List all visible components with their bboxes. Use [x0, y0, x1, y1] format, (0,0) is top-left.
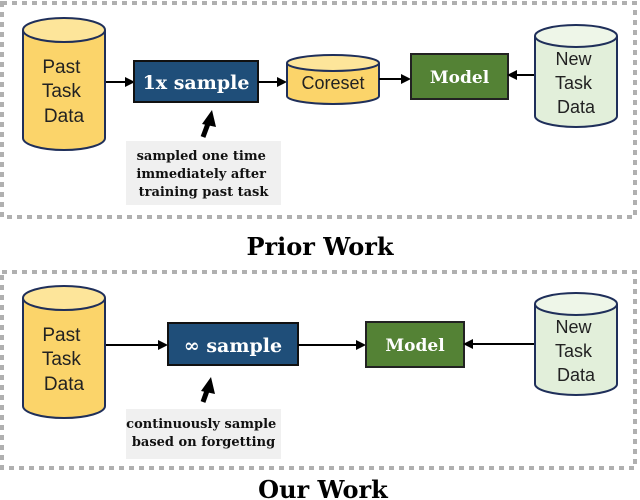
prior-note-line-1: sampled one time — [137, 149, 266, 164]
our-model-box: Model — [365, 321, 465, 368]
prior-coreset-label: Coreset — [301, 73, 364, 93]
our-note: continuously sample based on forgetting — [126, 409, 281, 459]
our-work-panel: Past Task Data ∞ sample Model New Task D… — [0, 270, 637, 470]
prior-note-line-3: training past task — [139, 185, 270, 200]
our-model-label: Model — [385, 336, 445, 356]
our-up-arrow-icon — [200, 377, 215, 403]
prior-past-data-line-3: Data — [44, 106, 85, 127]
prior-note: sampled one time immediately after train… — [126, 141, 281, 205]
prior-coreset-cylinder: Coreset — [286, 54, 380, 105]
our-past-data-line-2: Task — [42, 349, 82, 370]
svg-text:New Task Data: New Task Data — [555, 317, 597, 385]
our-sample-label: ∞ sample — [184, 335, 282, 357]
prior-model-box: Model — [410, 53, 509, 100]
prior-past-data-line-1: Past — [42, 57, 81, 78]
prior-sample-box: 1x sample — [133, 60, 259, 103]
our-note-line-1: continuously sample — [126, 417, 276, 432]
our-new-task-data-cylinder: New Task Data — [534, 292, 618, 396]
diagram-canvas: Past Task Data 1x sample Coreset Model N… — [0, 1, 637, 500]
svg-text:Past Task Data: Past Task Data — [42, 57, 86, 127]
our-new-data-line-3: Data — [557, 365, 596, 385]
prior-new-data-line-3: Data — [557, 97, 596, 117]
prior-note-line-2: immediately after — [136, 167, 266, 182]
prior-past-task-data-cylinder: Past Task Data — [22, 17, 106, 151]
prior-past-data-line-2: Task — [42, 81, 82, 102]
prior-new-data-line-2: Task — [555, 73, 593, 93]
prior-sample-label: 1x sample — [143, 72, 250, 94]
our-past-data-line-3: Data — [44, 374, 85, 395]
our-work-title: Our Work — [258, 475, 389, 500]
svg-text:Past Task Data: Past Task Data — [42, 325, 86, 395]
prior-work-title: Prior Work — [246, 232, 394, 261]
prior-model-label: Model — [430, 68, 490, 88]
our-sample-box: ∞ sample — [167, 322, 299, 366]
our-note-line-2: based on forgetting — [132, 435, 275, 450]
prior-up-arrow-icon — [200, 110, 216, 138]
prior-new-data-line-1: New — [555, 49, 592, 69]
svg-text:New Task Data: New Task Data — [555, 49, 597, 117]
our-new-data-line-2: Task — [555, 341, 593, 361]
our-past-data-line-1: Past — [42, 325, 81, 346]
svg-text:sampled one time immed: sampled one time immediately after train… — [136, 149, 270, 200]
prior-work-panel: Past Task Data 1x sample Coreset Model N… — [0, 1, 637, 219]
prior-new-task-data-cylinder: New Task Data — [534, 24, 618, 128]
our-past-task-data-cylinder: Past Task Data — [22, 285, 106, 419]
our-new-data-line-1: New — [555, 317, 592, 337]
